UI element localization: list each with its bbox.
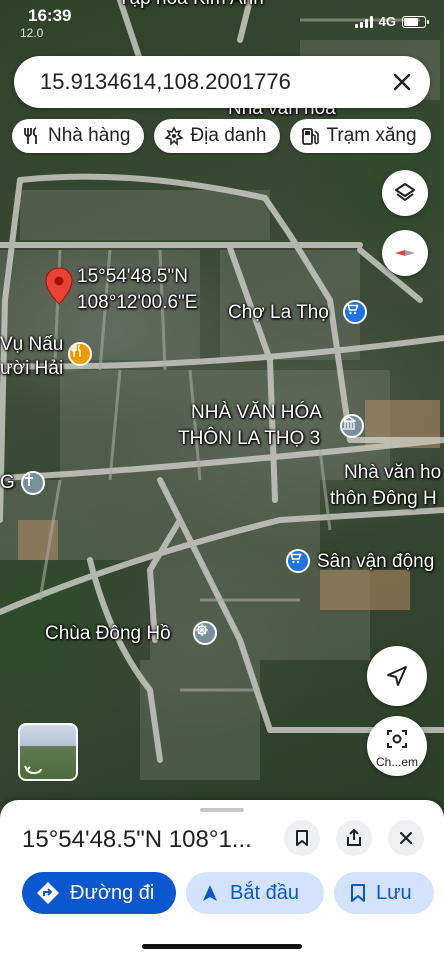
- sheet-actions: Đường đi Bắt đầu Lưu: [22, 872, 434, 914]
- home-indicator[interactable]: [142, 944, 302, 949]
- church-icon[interactable]: [21, 471, 45, 495]
- save-button[interactable]: Lưu: [334, 872, 434, 914]
- chip-label: Địa danh: [190, 125, 267, 146]
- place-restaurant-line1[interactable]: Vụ Nấu: [0, 334, 63, 356]
- place-church-partial[interactable]: G: [0, 472, 15, 494]
- place-cho-la-tho-label[interactable]: Chợ La Thọ: [228, 302, 329, 324]
- directions-icon: [37, 882, 59, 904]
- layers-button[interactable]: [382, 170, 428, 216]
- place-restaurant-line2[interactable]: ười Hải: [0, 358, 63, 380]
- save-bookmark-button[interactable]: [284, 820, 320, 856]
- chip-landmarks[interactable]: Địa danh: [154, 119, 281, 153]
- close-icon: [393, 73, 411, 91]
- landmark-icon[interactable]: [340, 414, 364, 438]
- category-chips: Nhà hàng Địa danh Trạm xăng: [12, 119, 444, 155]
- directions-label: Đường đi: [70, 881, 155, 904]
- close-icon: [399, 831, 413, 845]
- compass-icon: [395, 250, 415, 256]
- dropped-pin-icon[interactable]: [45, 267, 73, 305]
- start-label: Bắt đầu: [230, 881, 299, 904]
- start-navigation-button[interactable]: Bắt đầu: [186, 872, 324, 914]
- compass-button[interactable]: [382, 230, 428, 276]
- signal-icon: [354, 15, 373, 28]
- pin-coords-lng: 108°12'00.6"E: [77, 292, 198, 313]
- search-bar[interactable]: 15.9134614,108.2001776: [14, 56, 430, 108]
- landmark-icon: [164, 126, 185, 146]
- search-input[interactable]: 15.9134614,108.2001776: [40, 69, 380, 95]
- navigation-arrow-icon: [387, 666, 407, 686]
- camera-search-button[interactable]: Ch...em: [367, 716, 427, 776]
- status-bar: 16:39 12.0 4G: [0, 0, 444, 44]
- chip-label: Nhà hàng: [48, 125, 131, 146]
- navigation-arrow-icon: [203, 885, 217, 901]
- place-nha-van-hoa-2-line2[interactable]: thôn Đông H: [330, 488, 437, 510]
- place-san-van-dong[interactable]: Sân vận động: [317, 551, 434, 573]
- sheet-title: 15°54'48.5"N 108°1...: [22, 826, 252, 853]
- shopping-cart-icon[interactable]: [343, 300, 367, 324]
- bookmark-icon: [351, 884, 365, 902]
- save-label: Lưu: [376, 881, 412, 904]
- camera-caption: Ch...em: [375, 755, 418, 769]
- camera-lens-icon: [387, 730, 407, 748]
- status-indicators: 4G: [354, 14, 429, 29]
- stadium-shopping-icon[interactable]: [286, 549, 310, 573]
- share-icon: [347, 829, 361, 846]
- restaurant-icon[interactable]: [68, 342, 92, 366]
- clear-search-button[interactable]: [380, 60, 424, 104]
- layers-icon: [395, 183, 415, 201]
- chip-restaurants[interactable]: Nhà hàng: [12, 119, 145, 153]
- status-sub-text: 12.0: [20, 26, 44, 40]
- restaurant-icon: [24, 127, 37, 144]
- network-type: 4G: [378, 14, 396, 29]
- place-nha-van-hoa-line1[interactable]: NHÀ VĂN HÓA: [191, 402, 322, 424]
- directions-button[interactable]: Đường đi: [22, 872, 176, 914]
- sheet-drag-handle[interactable]: [200, 808, 244, 812]
- battery-icon: [402, 15, 429, 28]
- status-time: 16:39: [28, 6, 72, 25]
- share-button[interactable]: [336, 820, 372, 856]
- chip-label: Trạm xăng: [326, 125, 417, 146]
- street-view-thumbnail[interactable]: [18, 723, 78, 781]
- bookmark-icon: [296, 830, 308, 846]
- gas-station-icon: [302, 128, 320, 145]
- place-nha-van-hoa-line2[interactable]: THÔN LA THỌ 3: [178, 428, 320, 450]
- street-view-rotate-icon: [24, 765, 42, 774]
- temple-icon[interactable]: [193, 621, 217, 645]
- my-location-button[interactable]: [367, 646, 427, 706]
- place-chua-dong-ho[interactable]: Chùa Đông Hồ: [45, 623, 171, 645]
- place-nha-van-hoa-2-line1[interactable]: Nhà văn ho: [344, 462, 441, 484]
- chip-gas-stations[interactable]: Trạm xăng: [290, 119, 431, 153]
- close-sheet-button[interactable]: [388, 820, 424, 856]
- pin-coords-lat: 15°54'48.5"N: [77, 266, 188, 287]
